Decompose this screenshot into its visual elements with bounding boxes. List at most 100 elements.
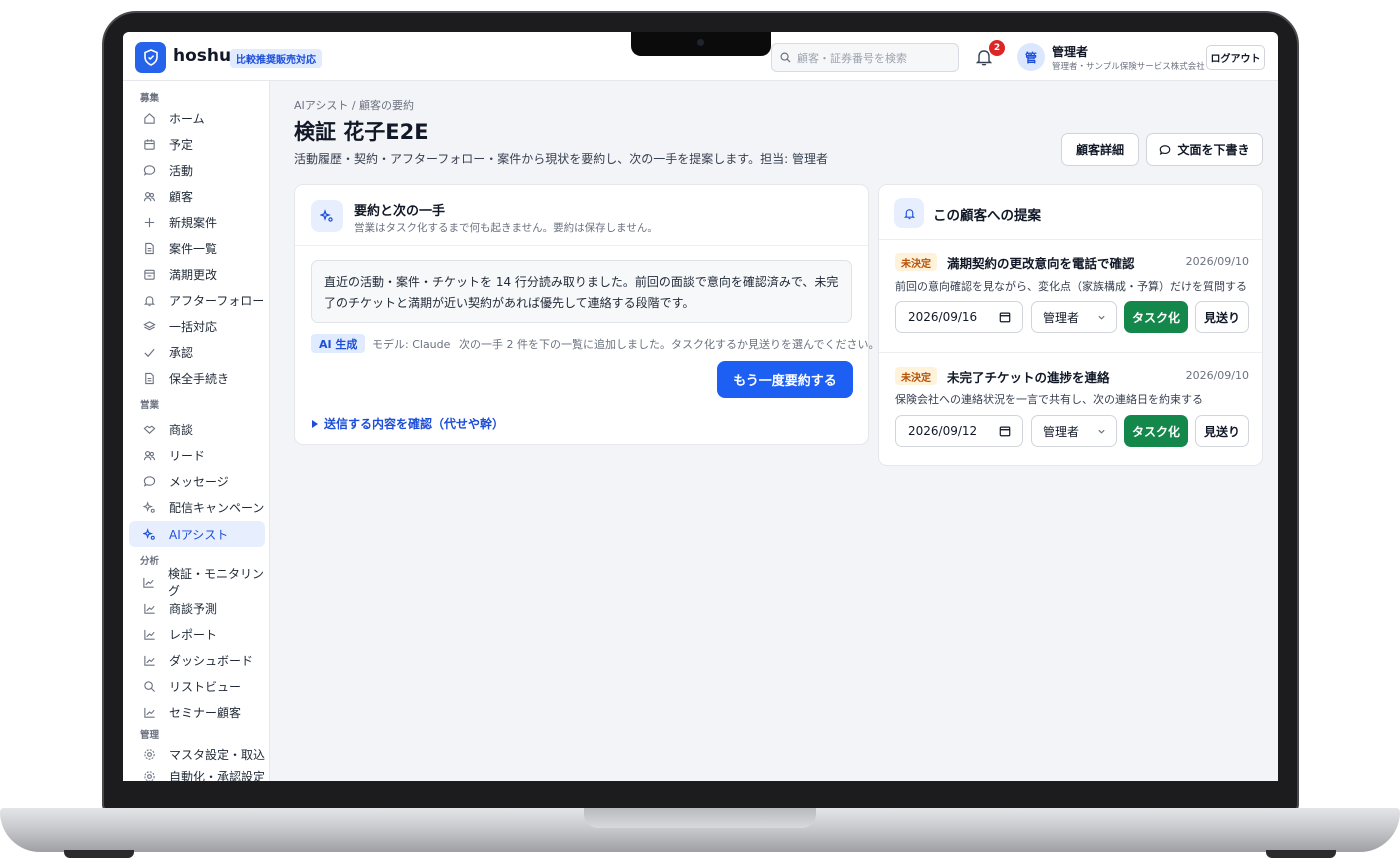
sidebar-item-campaign[interactable]: 配信キャンペーン <box>129 494 265 520</box>
laptop-foot-left <box>64 850 134 858</box>
due-date-value: 2026/09/12 <box>908 424 978 438</box>
sidebar-item-list-view[interactable]: リストビュー <box>129 673 265 699</box>
skip-button[interactable]: 見送り <box>1195 415 1249 447</box>
sidebar-section-label: 管理 <box>140 730 160 741</box>
sidebar-item-after-follow[interactable]: アフターフォロー <box>129 287 265 313</box>
sidebar-item-automation[interactable]: 自動化・承認設定 <box>129 763 265 781</box>
sidebar-item-messages[interactable]: メッセージ <box>129 468 265 494</box>
due-date-input[interactable]: 2026/09/12 <box>895 415 1023 447</box>
sidebar-item-label: 一括対応 <box>169 319 218 334</box>
next-actions-note: 次の一手 2 件を下の一覧に追加しました。タスク化するか見送りを選んでください。 <box>459 338 880 351</box>
sidebar-item-label: リストビュー <box>169 679 242 694</box>
send-content-disclosure[interactable]: 送信する内容を確認（代せや幹） <box>312 415 504 432</box>
sidebar-item-seminar[interactable]: セミナー顧客 <box>129 699 265 725</box>
chart-icon <box>142 627 156 641</box>
document-icon <box>142 241 156 255</box>
sidebar-item-schedule[interactable]: 予定 <box>129 131 265 157</box>
user-name: 管理者 <box>1052 45 1089 59</box>
chart-icon <box>142 575 155 589</box>
caret-right-icon <box>312 419 318 428</box>
sidebar-item-new-deal[interactable]: 新規案件 <box>129 209 265 235</box>
users-icon <box>142 448 156 462</box>
gear-icon <box>142 769 156 781</box>
assignee-select[interactable]: 管理者 <box>1031 301 1117 333</box>
chart-icon <box>142 705 156 719</box>
search-placeholder: 顧客・証券番号を検索 <box>797 51 907 65</box>
sparkle-icon <box>142 500 156 514</box>
sidebar-item-customers[interactable]: 顧客 <box>129 183 265 209</box>
sidebar-item-label: AIアシスト <box>169 527 229 542</box>
sidebar-item-label: レポート <box>169 627 218 642</box>
screen: hoshu 比較推奨販売対応 顧客・証券番号を検索 2 管 管理者 管理者・サン… <box>123 32 1278 781</box>
chat-icon <box>1160 144 1171 155</box>
sidebar-item-deal-list[interactable]: 案件一覧 <box>129 235 265 261</box>
compliance-badge: 比較推奨販売対応 <box>230 49 322 68</box>
suggestions-card-title: この顧客への提案 <box>933 208 1041 224</box>
sidebar-item-renewal[interactable]: 満期更改 <box>129 261 265 287</box>
sidebar-item-label: 新規案件 <box>169 215 218 230</box>
create-task-button[interactable]: タスク化 <box>1124 415 1188 447</box>
sparkle-icon <box>142 527 156 541</box>
sidebar-item-label: メッセージ <box>169 474 229 489</box>
chart-icon <box>142 653 156 667</box>
sidebar-item-label: 承認 <box>169 345 194 360</box>
sidebar-item-reports[interactable]: レポート <box>129 621 265 647</box>
sidebar-item-home[interactable]: ホーム <box>129 105 265 131</box>
sidebar-item-ai-assist[interactable]: AIアシスト <box>129 521 265 547</box>
sidebar-item-label: リード <box>169 448 206 463</box>
sidebar-item-maintenance[interactable]: 保全手続き <box>129 365 265 391</box>
customer-detail-button[interactable]: 顧客詳細 <box>1061 133 1139 166</box>
chat-icon <box>142 163 156 177</box>
resummarize-button[interactable]: もう一度要約する <box>717 361 853 398</box>
status-badge: 未決定 <box>895 367 937 385</box>
calendar-refresh-icon <box>142 267 156 281</box>
sidebar-item-label: 自動化・承認設定 <box>169 769 266 782</box>
sidebar-item-negotiation[interactable]: 商談 <box>129 416 265 442</box>
page-title: 検証 花子E2E <box>294 120 429 144</box>
app-name: hoshu <box>173 46 232 66</box>
sidebar-item-forecast[interactable]: 商談予測 <box>129 595 265 621</box>
sidebar-item-label: アフターフォロー <box>169 293 265 308</box>
sidebar-item-bulk[interactable]: 一括対応 <box>129 313 265 339</box>
chart-icon <box>142 601 156 615</box>
skip-button[interactable]: 見送り <box>1195 301 1249 333</box>
create-task-button[interactable]: タスク化 <box>1124 301 1188 333</box>
sidebar-item-activity[interactable]: 活動 <box>129 157 265 183</box>
draft-message-button[interactable]: 文面を下書き <box>1146 133 1263 166</box>
gear-icon <box>142 747 156 761</box>
ai-generated-badge: AI 生成 <box>311 334 366 353</box>
sidebar-item-label: 配信キャンペーン <box>169 500 265 515</box>
search-icon <box>142 679 156 693</box>
summary-card-subtitle: 営業はタスク化するまで何も起きません。要約は保存しません。 <box>354 222 658 234</box>
sidebar-item-monitoring[interactable]: 検証・モニタリング <box>129 567 265 598</box>
assignee-value: 管理者 <box>1043 424 1080 439</box>
assignee-select[interactable]: 管理者 <box>1031 415 1117 447</box>
app-logo[interactable] <box>135 42 166 73</box>
laptop-foot-right <box>1266 850 1336 858</box>
due-date-value: 2026/09/16 <box>908 310 978 324</box>
search-icon <box>780 52 791 63</box>
calendar-icon <box>999 426 1011 437</box>
sidebar-item-approval[interactable]: 承認 <box>129 339 265 365</box>
avatar[interactable]: 管 <box>1017 43 1045 71</box>
sidebar-item-dashboard[interactable]: ダッシュボード <box>129 647 265 673</box>
disclosure-label: 送信する内容を確認（代せや幹） <box>324 417 505 431</box>
sidebar-item-label: マスタ設定・取込 <box>169 747 266 762</box>
due-date-input[interactable]: 2026/09/16 <box>895 301 1023 333</box>
user-organization: 管理者・サンプル保険サービス株式会社 <box>1052 62 1205 72</box>
sidebar-item-label: 満期更改 <box>169 267 218 282</box>
sidebar-item-leads[interactable]: リード <box>129 442 265 468</box>
divider <box>879 352 1262 353</box>
layers-icon <box>142 319 156 333</box>
suggestion-title: 未完了チケットの進捗を連絡 <box>947 370 1110 385</box>
users-icon <box>142 189 156 203</box>
bell-icon <box>894 198 924 228</box>
plus-icon <box>142 215 156 229</box>
sidebar-item-label: 商談 <box>169 422 194 437</box>
sidebar-section-label: 分析 <box>140 556 160 567</box>
status-badge: 未決定 <box>895 253 937 271</box>
home-icon <box>142 111 156 125</box>
search-input[interactable]: 顧客・証券番号を検索 <box>771 43 959 72</box>
logout-button[interactable]: ログアウト <box>1206 45 1265 70</box>
notification-count-badge: 2 <box>989 40 1005 56</box>
